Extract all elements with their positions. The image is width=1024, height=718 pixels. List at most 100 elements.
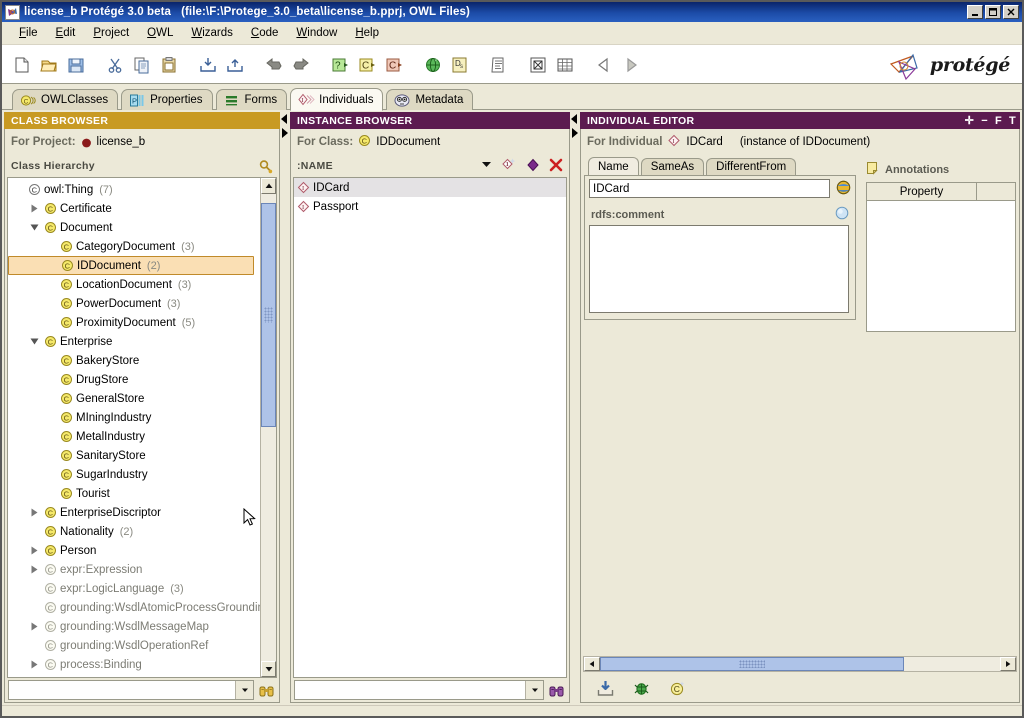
chevron-down-icon[interactable] xyxy=(525,681,543,699)
binoculars-purple-icon[interactable] xyxy=(548,684,565,697)
annotations-column-value[interactable] xyxy=(977,183,1015,200)
new-project-icon[interactable] xyxy=(10,53,34,77)
class-tree-row[interactable]: C MIningIndustry xyxy=(8,408,260,427)
chevron-down-icon[interactable] xyxy=(26,337,42,346)
minimize-button[interactable] xyxy=(967,5,983,19)
chevron-down-icon[interactable] xyxy=(26,223,42,232)
chevron-right-icon[interactable] xyxy=(26,660,42,669)
language-circle-icon[interactable] xyxy=(835,206,849,223)
scroll-down-button[interactable] xyxy=(261,661,276,677)
maximize-button[interactable] xyxy=(985,5,1001,19)
copy-icon[interactable] xyxy=(130,53,154,77)
class-tree-row[interactable]: C Nationality (2) xyxy=(8,522,260,541)
class-tree-row[interactable]: Cgrounding:WsdlOperationRef xyxy=(8,636,260,655)
save-instance-icon[interactable] xyxy=(595,678,615,698)
class-tree-row[interactable]: Cgrounding:WsdlMessageMap xyxy=(8,617,260,636)
annotations-column-property[interactable]: Property xyxy=(867,183,977,200)
create-class-icon[interactable]: C xyxy=(355,53,379,77)
binoculars-icon[interactable] xyxy=(258,684,275,697)
annotations-table[interactable]: Property xyxy=(866,182,1016,332)
undo-icon[interactable] xyxy=(262,53,286,77)
instance-list[interactable]: I IDCard I Passport xyxy=(293,177,567,678)
class-tree[interactable]: Cowl:Thing (7) C Certificate C Document C Categ… xyxy=(8,178,260,677)
export-icon[interactable] xyxy=(223,53,247,77)
class-tree-row[interactable]: C EnterpriseDiscriptor xyxy=(8,503,260,522)
duplicate-instance-icon[interactable] xyxy=(526,158,540,175)
menu-wizards[interactable]: Wizards xyxy=(182,24,242,42)
create-subclass-icon[interactable]: C xyxy=(382,53,406,77)
jess-bug-icon[interactable] xyxy=(631,678,651,698)
class-tree-row[interactable]: C MetalIndustry xyxy=(8,427,260,446)
forward-icon[interactable] xyxy=(619,53,643,77)
annotations-rows[interactable] xyxy=(867,201,1015,331)
menu-help[interactable]: Help xyxy=(346,24,388,42)
chevron-right-icon[interactable] xyxy=(26,546,42,555)
editor-horizontal-scrollbar[interactable] xyxy=(583,656,1017,672)
class-tree-row-selected[interactable]: C IDDocument (2) xyxy=(8,256,254,275)
menu-edit[interactable]: Edit xyxy=(47,24,85,42)
hscroll-track[interactable] xyxy=(600,657,1000,671)
class-tree-row[interactable]: C CategoryDocument (3) xyxy=(8,237,260,256)
menu-file[interactable]: File xyxy=(10,24,47,42)
scroll-right-button[interactable] xyxy=(1000,657,1016,671)
splitter-class-instance[interactable] xyxy=(280,112,290,703)
class-tree-scrollbar[interactable] xyxy=(260,178,276,677)
menu-code[interactable]: Code xyxy=(242,24,288,42)
class-tree-row[interactable]: Cgrounding:WsdlAtomicProcessGrounding xyxy=(8,598,260,617)
add-slot-button[interactable]: ✛ xyxy=(965,114,975,127)
tab-owlclasses[interactable]: C OWLClasses xyxy=(12,89,119,110)
chevron-right-icon[interactable] xyxy=(26,622,42,631)
instance-row[interactable]: I Passport xyxy=(294,197,566,216)
notes-icon[interactable] xyxy=(487,53,511,77)
class-tree-row[interactable]: C ProximityDocument (5) xyxy=(8,313,260,332)
instance-search-combo[interactable] xyxy=(294,680,544,700)
jess-icon[interactable] xyxy=(526,53,550,77)
class-tree-row[interactable]: C Tourist xyxy=(8,484,260,503)
class-tree-row[interactable]: Cowl:Thing (7) xyxy=(8,180,260,199)
create-query-icon[interactable]: ? xyxy=(328,53,352,77)
globe-icon[interactable] xyxy=(836,180,851,198)
chevron-down-icon[interactable] xyxy=(235,681,253,699)
remove-slot-button[interactable]: − xyxy=(981,115,988,127)
chevron-right-icon[interactable] xyxy=(26,204,42,213)
open-project-icon[interactable] xyxy=(37,53,61,77)
back-icon[interactable] xyxy=(592,53,616,77)
subtab-name[interactable]: Name xyxy=(588,157,639,176)
class-tree-row[interactable]: C GeneralStore xyxy=(8,389,260,408)
import-icon[interactable] xyxy=(196,53,220,77)
menu-owl[interactable]: OWL xyxy=(138,24,182,42)
find-class-icon[interactable] xyxy=(258,159,273,174)
tab-metadata[interactable]: Metadata xyxy=(386,89,474,110)
class-tree-row[interactable]: C Certificate xyxy=(8,199,260,218)
class-tree-row[interactable]: C BakeryStore xyxy=(8,351,260,370)
instance-row-selected[interactable]: I IDCard xyxy=(294,178,566,197)
form-button[interactable]: F xyxy=(995,115,1002,127)
close-button[interactable] xyxy=(1003,5,1019,19)
menu-window[interactable]: Window xyxy=(287,24,346,42)
create-instance-icon[interactable]: 1 xyxy=(501,157,517,176)
chevron-right-icon[interactable] xyxy=(26,508,42,517)
individual-name-input[interactable]: IDCard xyxy=(589,179,830,198)
scroll-up-button[interactable] xyxy=(261,178,276,194)
documentation-icon[interactable]: Ds xyxy=(448,53,472,77)
create-instance-icon[interactable]: C xyxy=(667,678,687,698)
class-tree-row[interactable]: C SanitaryStore xyxy=(8,446,260,465)
subtab-differentfrom[interactable]: DifferentFrom xyxy=(706,158,797,175)
tab-properties[interactable]: P Properties xyxy=(121,89,213,110)
scroll-track[interactable] xyxy=(261,194,276,661)
chevron-right-icon[interactable] xyxy=(26,565,42,574)
paste-icon[interactable] xyxy=(157,53,181,77)
menu-project[interactable]: Project xyxy=(84,24,138,42)
cut-icon[interactable] xyxy=(103,53,127,77)
class-tree-row[interactable]: C LocationDocument (3) xyxy=(8,275,260,294)
class-tree-row[interactable]: C PowerDocument (3) xyxy=(8,294,260,313)
ontology-globe-icon[interactable] xyxy=(421,53,445,77)
tab-forms[interactable]: Forms xyxy=(215,89,288,110)
class-tree-row[interactable]: Cexpr:Expression xyxy=(8,560,260,579)
class-tree-row[interactable]: C Document xyxy=(8,218,260,237)
table-icon[interactable] xyxy=(553,53,577,77)
class-tree-row[interactable]: C DrugStore xyxy=(8,370,260,389)
redo-icon[interactable] xyxy=(289,53,313,77)
class-tree-row[interactable]: Cprocess:Binding xyxy=(8,655,260,674)
class-tree-row[interactable]: Cexpr:LogicLanguage (3) xyxy=(8,579,260,598)
